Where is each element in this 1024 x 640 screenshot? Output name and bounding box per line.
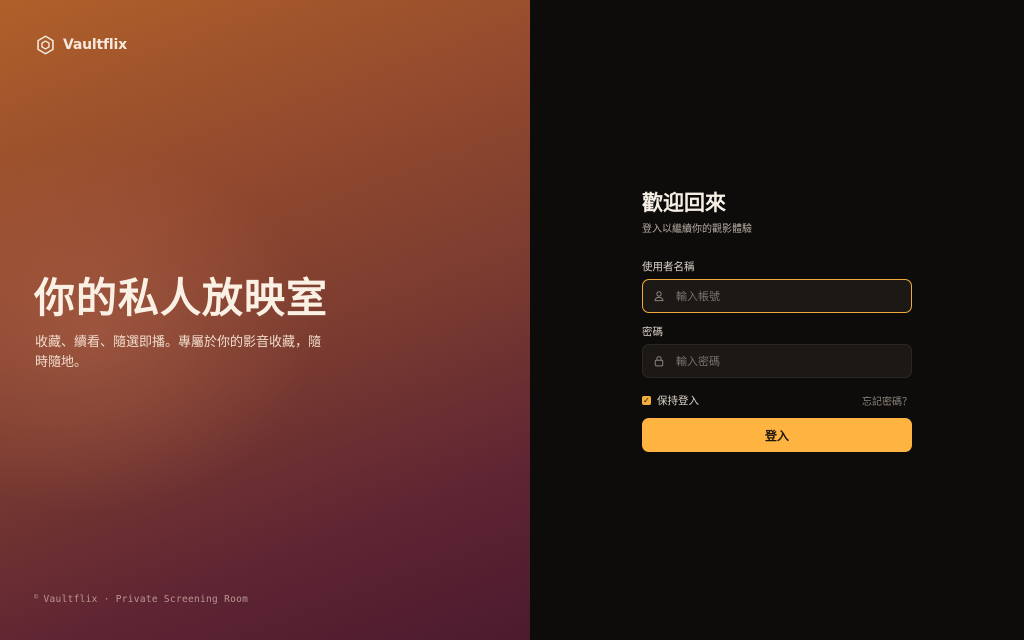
copyright-icon: ©	[34, 592, 39, 601]
login-panel: 歡迎回來 登入以繼續你的觀影體驗 使用者名稱 密碼	[530, 0, 1024, 640]
hero-footer: © Vaultflix · Private Screening Room	[34, 592, 249, 606]
login-subtitle: 登入以繼續你的觀影體驗	[642, 224, 752, 235]
password-input[interactable]	[674, 345, 911, 377]
remember-me-label: 保持登入	[657, 394, 699, 407]
login-page: Vaultflix 你的私人放映室 收藏、續看、隨選即播。專屬於你的影音收藏，隨…	[0, 0, 1024, 640]
password-field[interactable]	[642, 344, 912, 378]
hero-title: 你的私人放映室	[34, 274, 328, 322]
remember-me-option[interactable]: ✓ 保持登入	[642, 393, 699, 408]
remember-me-checkbox[interactable]: ✓	[642, 395, 651, 405]
forgot-password-link[interactable]: 忘記密碼？	[862, 393, 912, 408]
hexagon-logo-icon	[37, 35, 54, 55]
username-input[interactable]	[674, 280, 911, 312]
hero-subtitle: 收藏、續看、隨選即播。專屬於你的影音收藏，隨時隨地。	[35, 335, 322, 370]
password-label: 密碼	[642, 326, 663, 338]
login-form: 歡迎回來 登入以繼續你的觀影體驗 使用者名稱 密碼	[642, 188, 912, 452]
login-button[interactable]: 登入	[642, 418, 912, 452]
form-options-row: ✓ 保持登入 忘記密碼？	[642, 392, 912, 408]
hero-panel: Vaultflix 你的私人放映室 收藏、續看、隨選即播。專屬於你的影音收藏，隨…	[0, 0, 530, 640]
login-title: 歡迎回來	[642, 191, 726, 215]
checkmark-icon: ✓	[643, 395, 650, 405]
brand-name: Vaultflix	[63, 37, 127, 53]
brand-logo: Vaultflix	[35, 34, 127, 56]
footer-text: Vaultflix · Private Screening Room	[43, 594, 249, 605]
user-icon	[654, 291, 664, 302]
username-label: 使用者名稱	[642, 261, 695, 273]
lock-icon	[654, 356, 664, 367]
username-field[interactable]	[642, 279, 912, 313]
